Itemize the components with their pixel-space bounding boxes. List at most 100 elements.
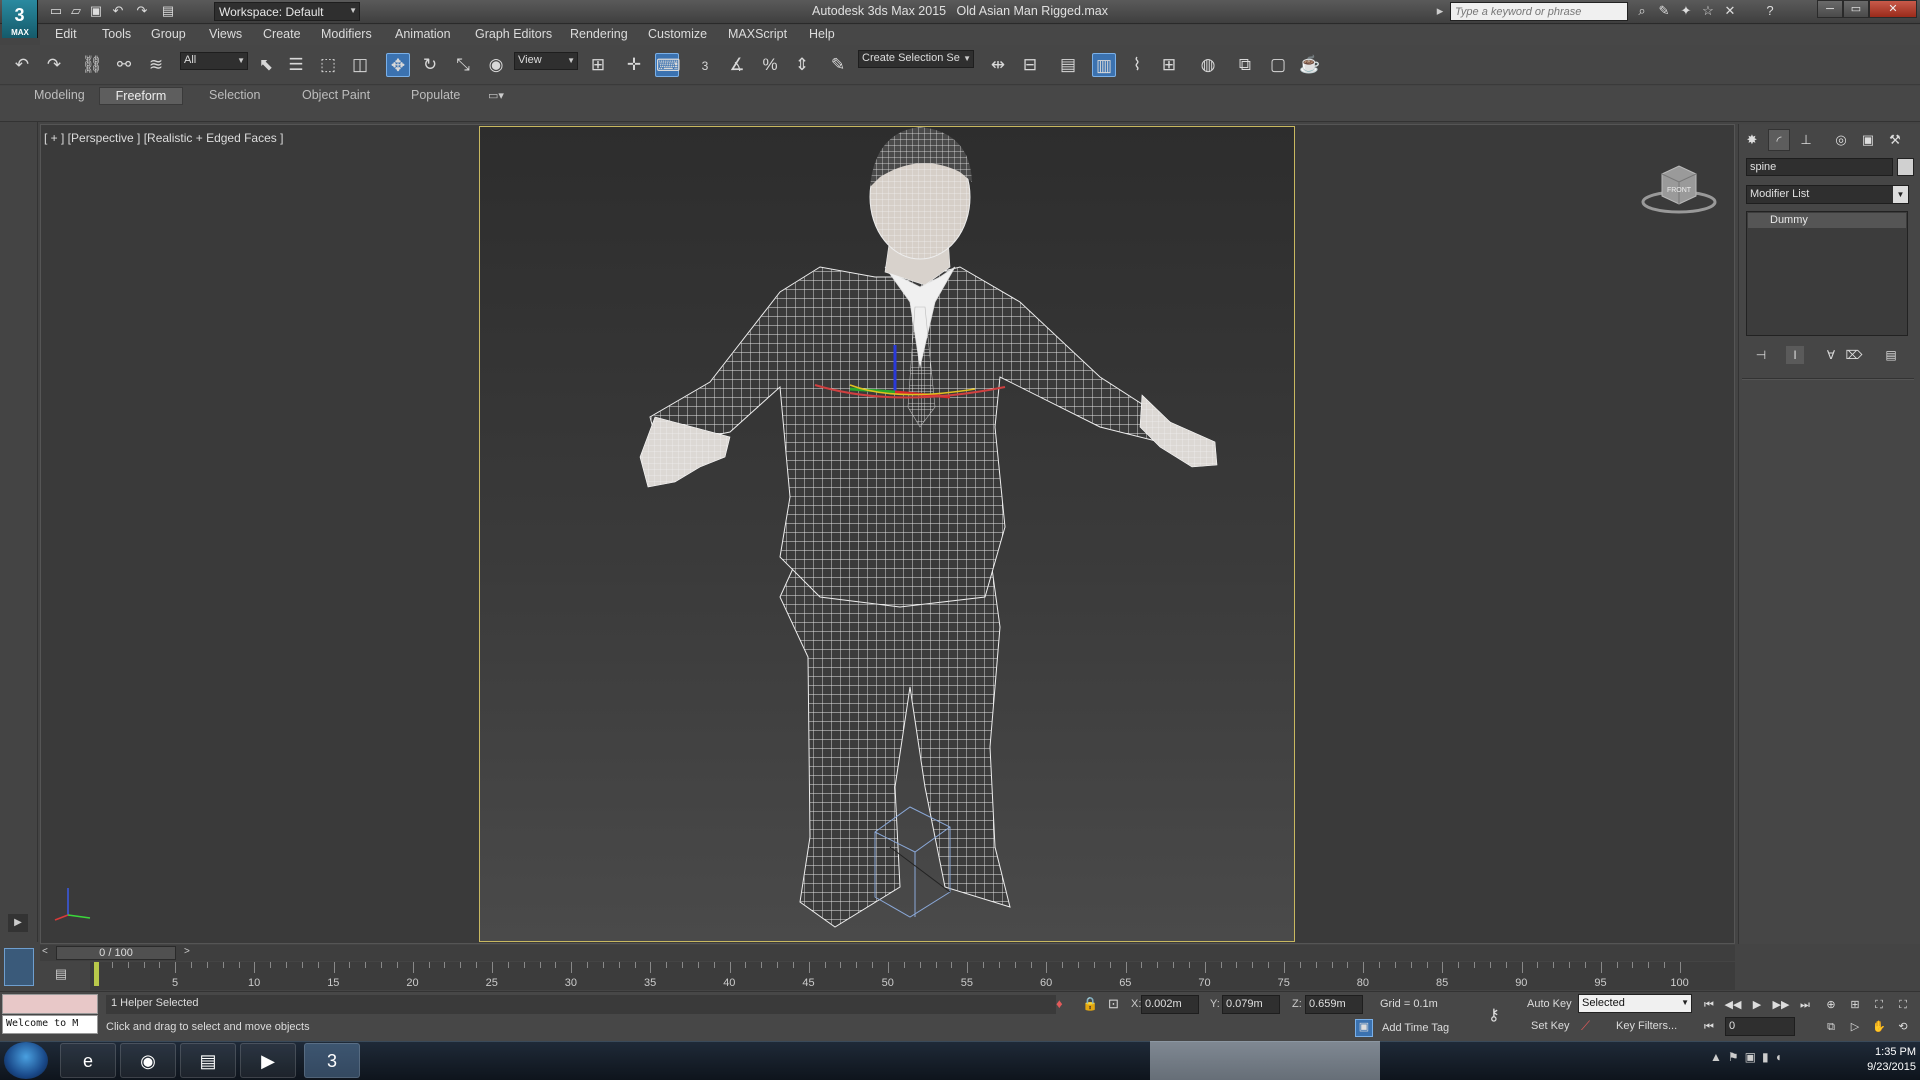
maxscript-mini-listener-input[interactable]: Welcome to M	[2, 1015, 98, 1034]
exchange-icon[interactable]: ✕	[1722, 3, 1738, 19]
next-frame-icon[interactable]: >	[184, 946, 190, 957]
field-of-view-icon[interactable]: ▷	[1846, 1018, 1864, 1036]
track-bar[interactable]: 5 10 15 20 25 30 35 40 45 50 55 60 65 70 75 80 85 90 95 100	[90, 962, 1735, 990]
add-time-tag[interactable]: Add Time Tag	[1382, 1022, 1449, 1034]
previous-frame-icon[interactable]: <	[42, 946, 48, 957]
menu-edit[interactable]: Edit	[55, 27, 77, 41]
menu-help[interactable]: Help	[809, 27, 835, 41]
modify-panel-icon[interactable]: ◜	[1768, 129, 1790, 151]
menu-customize[interactable]: Customize	[648, 27, 707, 41]
previous-key-icon[interactable]: ◀◀	[1724, 996, 1742, 1014]
search-input[interactable]: Type a keyword or phrase	[1450, 2, 1628, 21]
system-tray[interactable]: ▲⚑▣▮◖	[1710, 1050, 1820, 1064]
3ds-max-taskbar-icon[interactable]: 3	[304, 1043, 360, 1078]
pin-stack-icon[interactable]: ⊣	[1752, 346, 1770, 364]
render-production-icon[interactable]: ☕	[1298, 53, 1322, 77]
create-panel-icon[interactable]: ✸	[1741, 129, 1763, 151]
select-and-rotate-icon[interactable]: ↻	[418, 53, 442, 77]
next-key-icon[interactable]: ▶▶	[1772, 996, 1790, 1014]
key-set-dropdown[interactable]: Selected ▼	[1578, 994, 1692, 1013]
modifier-list-dropdown[interactable]: Modifier List	[1746, 185, 1909, 204]
internet-explorer-icon[interactable]: e	[60, 1043, 116, 1078]
select-object-icon[interactable]: ⬉	[254, 53, 278, 77]
go-to-end-icon[interactable]: ⏭	[1796, 996, 1814, 1014]
undo-icon[interactable]: ↶	[10, 53, 34, 77]
viewcube[interactable]: FRONT	[1640, 160, 1718, 216]
select-and-scale-icon[interactable]: ⤡	[451, 53, 475, 77]
current-frame-marker[interactable]	[94, 962, 99, 986]
select-and-move-icon[interactable]: ✥	[386, 53, 410, 77]
absolute-mode-transform-icon[interactable]: ⊡	[1108, 996, 1119, 1012]
tab-selection[interactable]: Selection	[199, 87, 270, 105]
unlink-selection-icon[interactable]: ⚯	[112, 53, 136, 77]
communication-center-icon[interactable]: ✦	[1678, 3, 1694, 19]
expand-panel-icon[interactable]: ▶	[8, 914, 28, 932]
mini-curve-editor-toggle[interactable]	[4, 948, 34, 986]
help-icon[interactable]: ?	[1762, 3, 1778, 19]
y-coordinate-field[interactable]: 0.079m	[1222, 995, 1280, 1014]
select-and-place-icon[interactable]: ◉	[484, 53, 508, 77]
x-coordinate-field[interactable]: 0.002m	[1141, 995, 1199, 1014]
tab-object-paint[interactable]: Object Paint	[292, 87, 380, 105]
pan-view-icon[interactable]: ✋	[1870, 1018, 1888, 1036]
utilities-panel-icon[interactable]: ⚒	[1884, 129, 1906, 151]
menu-animation[interactable]: Animation	[395, 27, 451, 41]
motion-panel-icon[interactable]: ◎	[1830, 129, 1852, 151]
curve-editor-icon[interactable]: ⌇	[1125, 53, 1149, 77]
keyboard-shortcut-override-icon[interactable]: ⌨	[655, 53, 681, 77]
open-mini-curve-editor-icon[interactable]: ▤	[50, 966, 72, 984]
select-and-link-icon[interactable]: ⛓	[80, 53, 104, 77]
spinner-snap-icon[interactable]: ⇕	[790, 53, 814, 77]
modifier-stack[interactable]	[1746, 211, 1908, 336]
selection-filter-dropdown[interactable]: All ▼	[180, 52, 248, 70]
selection-lock-icon[interactable]: 🔒	[1082, 996, 1098, 1012]
menu-tools[interactable]: Tools	[102, 27, 131, 41]
reference-coordinate-dropdown[interactable]: View ▼	[514, 52, 578, 70]
object-name-field[interactable]: spine	[1746, 158, 1893, 176]
time-tag-icon[interactable]: ▣	[1355, 1019, 1373, 1037]
new-file-icon[interactable]: ▭	[48, 3, 64, 19]
show-end-result-icon[interactable]: I	[1786, 346, 1804, 364]
start-button[interactable]	[4, 1042, 48, 1079]
zoom-extents-icon[interactable]: ⛶	[1870, 996, 1888, 1014]
stack-item-dummy[interactable]: Dummy	[1748, 213, 1906, 228]
file-explorer-icon[interactable]: ▤	[180, 1043, 236, 1078]
menu-group[interactable]: Group	[151, 27, 186, 41]
redo-icon[interactable]: ↷	[134, 3, 150, 19]
zoom-extents-all-icon[interactable]: ⛶	[1894, 996, 1912, 1014]
application-button[interactable]: 3 MAX	[2, 0, 38, 38]
hierarchy-panel-icon[interactable]: ⊥	[1795, 129, 1817, 151]
current-frame-field[interactable]: 0	[1725, 1017, 1795, 1036]
default-in-out-tangents-icon[interactable]: ⟋	[1581, 1018, 1590, 1034]
media-player-icon[interactable]: ▶	[240, 1043, 296, 1078]
maximize-button[interactable]: ▭	[1843, 0, 1869, 18]
tab-freeform[interactable]: Freeform	[99, 87, 183, 105]
edit-named-selection-icon[interactable]: ✎	[826, 53, 850, 77]
isolate-selection-icon[interactable]: ♦	[1056, 996, 1063, 1011]
layer-manager-icon[interactable]: ▥	[1092, 53, 1116, 77]
ribbon-options-icon[interactable]: ▭▾	[488, 89, 504, 102]
modifier-list-arrow-icon[interactable]: ▼	[1893, 186, 1908, 203]
time-configuration-icon[interactable]: ⧉	[1822, 1018, 1840, 1036]
undo-icon[interactable]: ↶	[110, 3, 126, 19]
zoom-all-icon[interactable]: ⊞	[1846, 996, 1864, 1014]
set-key-button[interactable]: Set Key	[1531, 1020, 1570, 1032]
pivot-point-center-icon[interactable]: ⊞	[586, 53, 610, 77]
angle-snap-icon[interactable]: ∡	[725, 53, 749, 77]
tab-modeling[interactable]: Modeling	[24, 87, 95, 105]
select-and-manipulate-icon[interactable]: ✛	[622, 53, 646, 77]
orbit-icon[interactable]: ⟲	[1894, 1018, 1912, 1036]
z-coordinate-field[interactable]: 0.659m	[1305, 995, 1363, 1014]
menu-rendering[interactable]: Rendering	[570, 27, 628, 41]
set-keys-key-icon[interactable]: ⚷	[1488, 1005, 1500, 1025]
play-animation-icon[interactable]: ▶	[1748, 996, 1766, 1014]
tab-populate[interactable]: Populate	[401, 87, 470, 105]
open-file-icon[interactable]: ▱	[68, 3, 84, 19]
maxscript-mini-listener-output[interactable]	[2, 994, 98, 1014]
workspace-dropdown[interactable]: Workspace: Default ▼	[214, 2, 360, 21]
bind-to-space-warp-icon[interactable]: ≋	[144, 53, 168, 77]
percent-snap-icon[interactable]: %	[758, 53, 782, 77]
close-button[interactable]: ✕	[1869, 0, 1917, 18]
subscription-icon[interactable]: ✎	[1656, 3, 1672, 19]
binoculars-icon[interactable]: ⌕	[1634, 3, 1650, 19]
